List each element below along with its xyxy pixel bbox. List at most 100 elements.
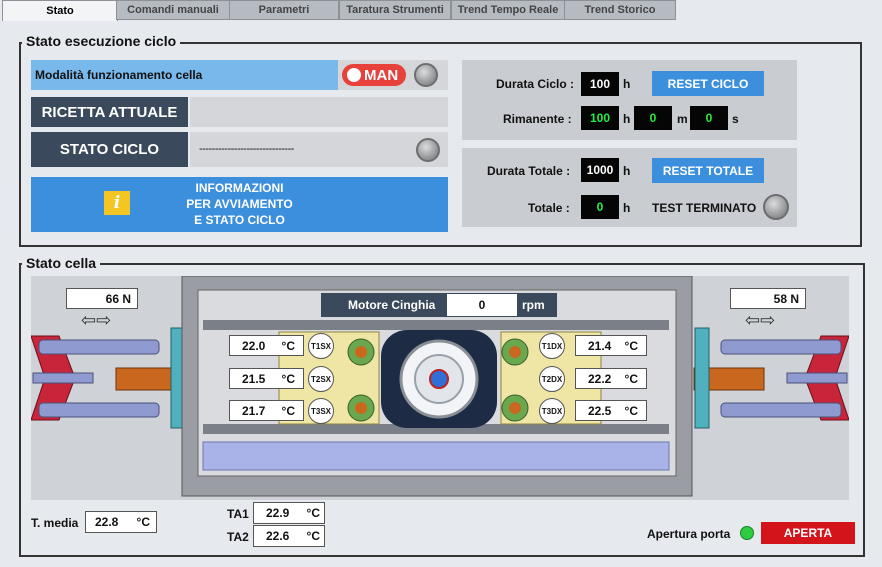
durata-ciclo-unit: h <box>623 77 631 91</box>
durata-ciclo-label: Durata Ciclo : <box>496 77 575 91</box>
temp-left-2-unit: °C <box>281 371 295 386</box>
totale-label: Totale : <box>528 201 570 215</box>
ta1-unit: °C <box>306 506 320 520</box>
reset-ciclo-button[interactable]: RESET CICLO <box>652 71 764 96</box>
temp-right-2-unit: °C <box>624 371 638 386</box>
ta1-label: TA1 <box>227 507 249 521</box>
temp-left-2: 21.5 °C <box>229 368 304 389</box>
recipe-value <box>190 97 448 127</box>
left-cylinder-top <box>38 339 160 355</box>
rimanente-seconds: 0 <box>690 106 728 130</box>
temp-right-2-value: 22.2 <box>588 371 612 386</box>
motor-label: Motore Cinghia <box>348 298 436 312</box>
info-line-3: E STATO CICLO <box>194 213 285 227</box>
sensor-t3sx: T3SX <box>308 398 334 424</box>
sensor-t2dx: T2DX <box>539 366 565 392</box>
rimanente-label: Rimanente : <box>503 112 572 126</box>
right-cylinder-top <box>720 339 842 355</box>
tab-parametri[interactable]: Parametri <box>229 0 339 20</box>
durata-totale-value[interactable]: 1000 <box>581 158 619 182</box>
roller-right-bottom-hub <box>509 402 521 414</box>
temp-left-3-value: 21.7 <box>242 403 266 418</box>
double-arrow-icon: ⇦⇨ <box>745 310 776 330</box>
info-line-1: INFORMAZIONI <box>195 181 284 195</box>
roller-right-top-hub <box>509 346 521 358</box>
mode-lamp <box>414 63 438 87</box>
t-media-value: 22.8 <box>95 515 119 529</box>
temp-right-3-value: 22.5 <box>588 403 612 418</box>
rimanente-s-unit: s <box>732 112 739 126</box>
cycle-state-label: STATO CICLO <box>31 132 188 167</box>
t-media-readout: 22.8 °C <box>85 511 157 533</box>
temp-left-2-value: 21.5 <box>242 371 266 386</box>
durata-ciclo-value[interactable]: 100 <box>581 72 619 96</box>
recipe-label: RICETTA ATTUALE <box>31 97 188 127</box>
top-rail <box>203 320 669 330</box>
left-cylinder-bottom <box>38 402 160 418</box>
mode-toggle[interactable]: MAN <box>342 64 406 86</box>
left-rod <box>32 372 94 384</box>
tab-taratura-strumenti[interactable]: Taratura Strumenti <box>339 0 451 20</box>
durata-totale-unit: h <box>623 164 631 178</box>
info-icon: i <box>104 191 130 215</box>
tab-bar: Stato Comandi manuali Parametri Taratura… <box>0 0 882 21</box>
totale-value: 0 <box>581 195 619 219</box>
motor-speed-value: 0 <box>447 294 517 316</box>
temp-left-3-unit: °C <box>281 403 295 418</box>
reset-totale-button[interactable]: RESET TOTALE <box>652 158 764 183</box>
roller-left-top-hub <box>355 346 367 358</box>
force-left-readout: 66 N <box>66 288 138 309</box>
ta2-label: TA2 <box>227 530 249 544</box>
sensor-t1sx: T1SX <box>308 333 334 359</box>
t-media-unit: °C <box>136 515 150 529</box>
cell-group-title: Stato cella <box>22 255 101 271</box>
temp-left-1: 22.0 °C <box>229 335 304 356</box>
temp-right-2: 22.2 °C <box>575 368 647 389</box>
temp-left-1-value: 22.0 <box>242 338 266 353</box>
rimanente-h-unit: h <box>623 112 631 126</box>
ta2-value: 22.6 <box>266 529 290 543</box>
totale-unit: h <box>623 201 631 215</box>
right-rod <box>786 372 848 384</box>
temp-left-3: 21.7 °C <box>229 400 304 421</box>
tab-trend-storico[interactable]: Trend Storico <box>564 0 676 20</box>
cycle-state-lamp <box>416 138 440 162</box>
door-status-lamp <box>740 526 754 540</box>
tab-stato[interactable]: Stato <box>2 0 118 21</box>
temp-right-3: 22.5 °C <box>575 400 647 421</box>
ta2-readout: 22.6 °C <box>253 525 325 547</box>
sensor-t1dx: T1DX <box>539 333 565 359</box>
double-arrow-icon: ⇦⇨ <box>81 310 112 330</box>
force-right-readout: 58 N <box>730 288 806 309</box>
mode-toggle-label: MAN <box>364 66 399 84</box>
rimanente-hours: 100 <box>581 106 619 130</box>
test-terminato-lamp <box>763 194 789 220</box>
durata-totale-label: Durata Totale : <box>487 164 571 178</box>
ta2-unit: °C <box>306 529 320 543</box>
right-plate <box>694 327 710 429</box>
toggle-knob <box>347 68 361 82</box>
temp-right-1: 21.4 °C <box>575 335 647 356</box>
temp-right-1-unit: °C <box>624 338 638 353</box>
info-button[interactable]: INFORMAZIONI PER AVVIAMENTO E STATO CICL… <box>31 177 448 232</box>
door-label: Apertura porta <box>647 527 731 541</box>
wheel-hub <box>429 369 449 389</box>
sensor-t2sx: T2SX <box>308 366 334 392</box>
bottom-belt <box>202 441 670 471</box>
cycle-state-value: ------------------------------ <box>199 143 294 155</box>
cycle-group-title: Stato esecuzione ciclo <box>22 33 181 49</box>
ta1-value: 22.9 <box>266 506 290 520</box>
test-terminato-label: TEST TERMINATO <box>652 201 757 215</box>
mode-label: Modalità funzionamento cella <box>31 60 338 90</box>
rimanente-m-unit: m <box>677 112 688 126</box>
rimanente-minutes: 0 <box>634 106 672 130</box>
door-status-button[interactable]: APERTA <box>761 522 855 544</box>
right-cylinder-bottom <box>720 402 842 418</box>
temp-right-3-unit: °C <box>624 403 638 418</box>
t-media-label: T. media <box>31 516 79 530</box>
tab-comandi-manuali[interactable]: Comandi manuali <box>116 0 230 20</box>
temp-left-1-unit: °C <box>281 338 295 353</box>
motor-unit: rpm <box>522 298 545 312</box>
tab-trend-tempo-reale[interactable]: Trend Tempo Reale <box>451 0 565 20</box>
sensor-t3dx: T3DX <box>539 398 565 424</box>
